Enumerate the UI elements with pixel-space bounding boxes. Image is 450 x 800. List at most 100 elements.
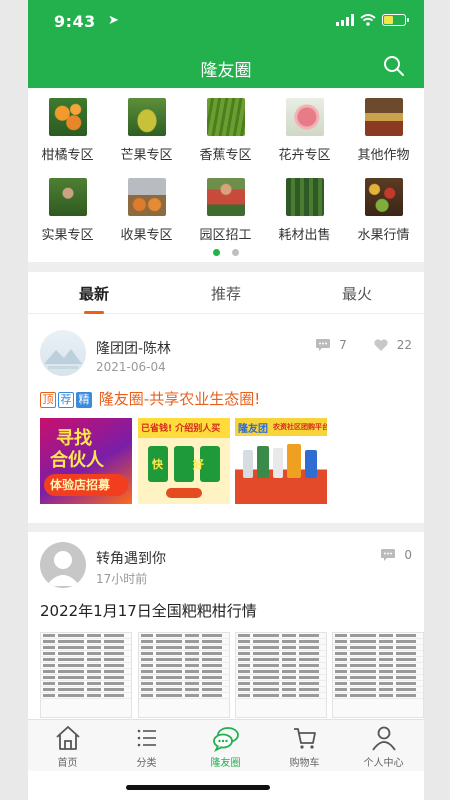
nav-cart[interactable]: 购物车: [265, 724, 344, 769]
comment-count: 0: [404, 548, 412, 562]
tab-latest[interactable]: 最新: [54, 283, 134, 304]
sheet-cell: [104, 634, 124, 637]
heart-icon[interactable]: [373, 338, 389, 352]
badge-recommended: 荐: [58, 391, 74, 408]
sheet-cell: [58, 694, 84, 697]
category-other-crops[interactable]: 其他作物: [344, 94, 423, 166]
sheet-cell: [156, 652, 182, 655]
sheet-cell: [202, 676, 222, 679]
sheet-cell: [396, 640, 416, 643]
post-image[interactable]: [40, 632, 132, 718]
sheet-cell: [299, 646, 319, 649]
sheet-cell: [253, 652, 279, 655]
sheet-cell: [141, 652, 153, 655]
category-recruitment[interactable]: 园区招工: [186, 174, 265, 246]
tab-hottest[interactable]: 最火: [317, 283, 397, 304]
sheet-cell: [379, 664, 393, 667]
page-dot-active[interactable]: [213, 249, 220, 256]
post-image[interactable]: [332, 632, 424, 718]
promo-button: [166, 488, 202, 498]
avatar[interactable]: [40, 330, 86, 376]
sheet-cell: [87, 676, 101, 679]
sheet-cell: [282, 682, 296, 685]
sheet-cell: [335, 670, 347, 673]
nav-profile[interactable]: 个人中心: [344, 724, 423, 769]
post-image[interactable]: 已省钱! 介绍别人买 快 好 省: [138, 418, 230, 504]
sheet-cell: [335, 682, 347, 685]
sheet-cell: [335, 640, 347, 643]
sheet-cell: [396, 694, 416, 697]
category-label: 芒果专区: [120, 148, 173, 163]
avatar[interactable]: [40, 542, 86, 588]
search-icon[interactable]: [382, 54, 406, 78]
sheet-cell: [379, 670, 393, 673]
sheet-cell: [282, 634, 296, 637]
comment-icon[interactable]: [315, 338, 331, 352]
page-dot[interactable]: [232, 249, 239, 256]
sheet-cell: [299, 670, 319, 673]
sheet-cell: [202, 688, 222, 691]
category-supplies[interactable]: 耗材出售: [265, 174, 344, 246]
sheet-cell: [335, 688, 347, 691]
category-fruit-market[interactable]: 水果行情: [344, 174, 423, 246]
harvest-image: [127, 178, 166, 216]
sheet-cell: [202, 634, 222, 637]
sheet-cell: [156, 664, 182, 667]
post-image[interactable]: [138, 632, 230, 718]
sheet-cell: [299, 634, 319, 637]
category-harvest[interactable]: 收果专区: [107, 174, 186, 246]
sheet-cell: [58, 658, 84, 661]
sheet-cell: [43, 694, 55, 697]
page-title: 隆友圈: [200, 61, 252, 81]
sheet-cell: [282, 652, 296, 655]
sheet-cell: [156, 640, 182, 643]
sheet-cell: [104, 652, 124, 655]
sheet-cell: [141, 694, 153, 697]
badge-featured: 精: [76, 391, 92, 408]
category-banana[interactable]: 香蕉专区: [186, 94, 265, 166]
post-author[interactable]: 隆团团-陈林: [96, 338, 171, 358]
fruit-market-image: [364, 178, 403, 216]
sheet-cell: [156, 694, 182, 697]
category-citrus[interactable]: 柑橘专区: [28, 94, 107, 166]
sheet-cell: [104, 664, 124, 667]
sheet-cell: [350, 688, 376, 691]
status-time: 9:43: [54, 12, 96, 31]
post-image[interactable]: [235, 632, 327, 718]
post-author[interactable]: 转角遇到你: [96, 548, 166, 568]
sheet-cell: [396, 670, 416, 673]
sheet-cell: [185, 688, 199, 691]
sheet-cell: [238, 634, 250, 637]
banana-image: [206, 98, 245, 136]
post-image[interactable]: 寻找 合伙人 体验店招募: [40, 418, 132, 504]
category-fruiting[interactable]: 实果专区: [28, 174, 107, 246]
nav-label: 个人中心: [363, 758, 404, 769]
post-title[interactable]: 顶荐精 隆友圈-共享农业生态圈!: [40, 388, 260, 409]
tab-recommended[interactable]: 推荐: [186, 283, 266, 304]
nav-label: 隆友圈: [210, 758, 241, 769]
sheet-cell: [335, 676, 347, 679]
nav-community[interactable]: 隆友圈: [186, 724, 265, 769]
sheet-cell: [253, 694, 279, 697]
post-stats: 0: [380, 548, 412, 562]
sheet-cell: [156, 676, 182, 679]
post-image[interactable]: 隆友团 农资社区团购平台: [235, 418, 327, 504]
sheet-cell: [185, 646, 199, 649]
post-card[interactable]: 转角遇到你 17小时前 0 2022年1月17日全国粑粑柑行情: [28, 532, 424, 722]
nav-home[interactable]: 首页: [28, 724, 107, 769]
sheet-cell: [202, 682, 222, 685]
phone-screen: 9:43 ➤ 隆友圈 柑橘专区 芒果专区 香蕉专区 花卉专区 其他作物 实果专区…: [28, 0, 424, 800]
sheet-cell: [299, 688, 319, 691]
sheet-cell: [379, 694, 393, 697]
sheet-cell: [350, 652, 376, 655]
nav-category[interactable]: 分类: [107, 724, 186, 769]
sheet-cell: [104, 676, 124, 679]
post-time: 17小时前: [96, 572, 148, 586]
category-mango[interactable]: 芒果专区: [107, 94, 186, 166]
post-title[interactable]: 2022年1月17日全国粑粑柑行情: [40, 600, 257, 621]
post-card[interactable]: 隆团团-陈林 2021-06-04 7 22 顶荐精 隆友圈-共享农业生态圈! …: [28, 318, 424, 520]
sheet-cell: [58, 652, 84, 655]
comment-icon[interactable]: [380, 548, 396, 562]
sheet-cell: [253, 664, 279, 667]
category-flower[interactable]: 花卉专区: [265, 94, 344, 166]
